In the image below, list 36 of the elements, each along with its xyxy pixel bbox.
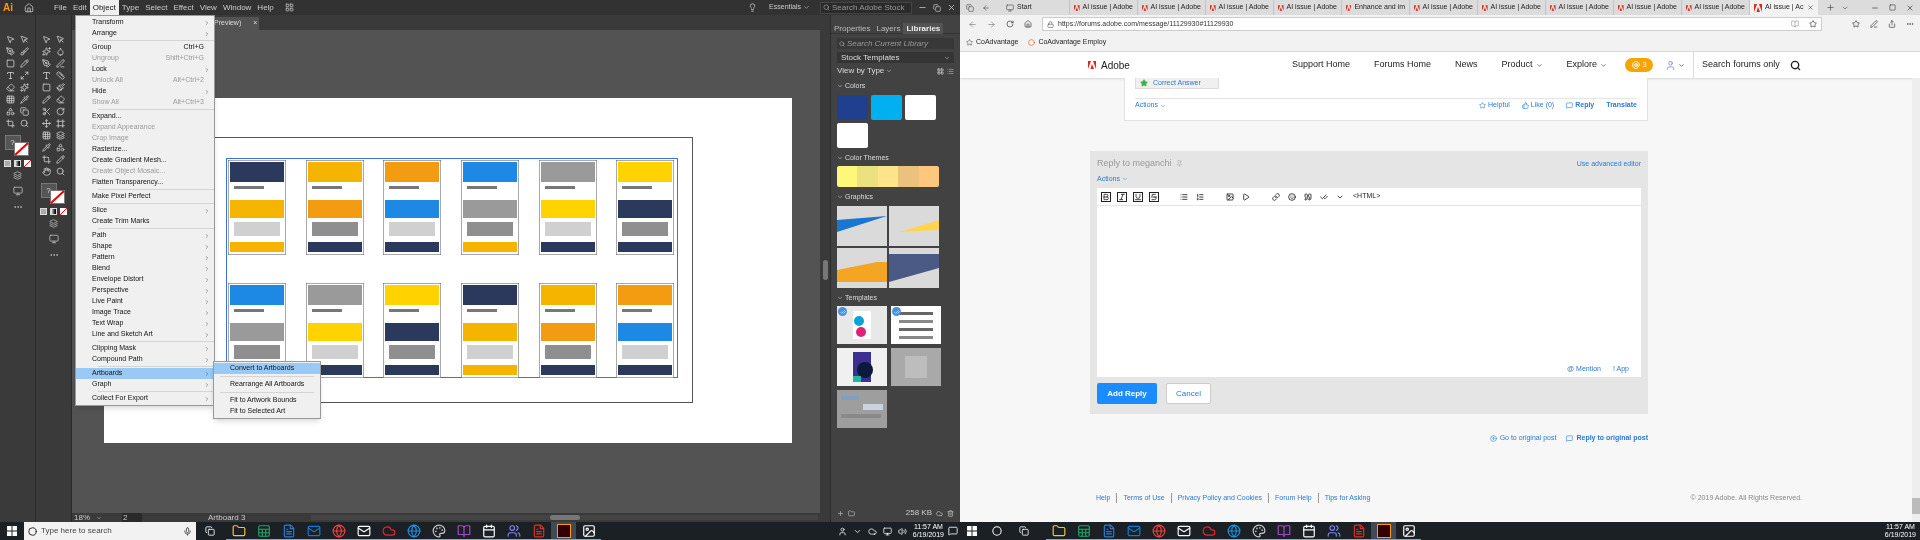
brand-name: Adobe bbox=[1101, 58, 1130, 73]
panel-tab[interactable]: Properties bbox=[831, 23, 874, 34]
fill-stroke-control[interactable]: ? bbox=[4, 135, 31, 157]
library-search-field[interactable]: Search Current Library bbox=[837, 38, 954, 49]
panel-tab[interactable]: Layers bbox=[873, 23, 904, 34]
search-field[interactable]: Type here to search bbox=[24, 522, 196, 540]
menu-item[interactable]: Window bbox=[219, 0, 255, 15]
artboard-number-field[interactable]: 2 bbox=[122, 513, 142, 522]
menu-item[interactable]: View bbox=[196, 0, 220, 15]
nav-link[interactable]: Explore bbox=[1566, 58, 1608, 72]
menu-item[interactable]: Type bbox=[118, 0, 143, 15]
stock-search-field[interactable]: Search Adobe Stock bbox=[820, 1, 912, 14]
search-link[interactable]: Search forums only bbox=[1702, 58, 1780, 72]
nav-link[interactable]: Forums Home bbox=[1374, 58, 1432, 72]
fill-stroke-control[interactable]: ? bbox=[40, 183, 67, 205]
app-logo: Ai bbox=[3, 1, 14, 14]
menu-item[interactable]: Select bbox=[142, 0, 171, 15]
nav-link[interactable]: News bbox=[1455, 58, 1478, 72]
view-dropdown[interactable]: View by Type bbox=[837, 65, 893, 77]
library-dropdown[interactable]: Stock Templates bbox=[837, 52, 954, 63]
stock-search-input[interactable]: Search Adobe Stock bbox=[832, 1, 909, 14]
menu-item[interactable]: Edit bbox=[69, 0, 90, 15]
menu-item[interactable]: Object bbox=[89, 0, 119, 15]
cancel-button[interactable]: Cancel bbox=[1166, 383, 1211, 404]
menu-item[interactable]: Help bbox=[254, 0, 277, 15]
library-size: 258 KB bbox=[905, 507, 932, 519]
nav-link[interactable]: Support Home bbox=[1292, 58, 1351, 72]
library-search-input[interactable]: Search Current Library bbox=[847, 37, 952, 50]
artboard-name: Artboard 3 bbox=[208, 513, 246, 522]
search-input[interactable]: Type here to search bbox=[41, 525, 179, 537]
menu-item[interactable]: File bbox=[51, 0, 70, 15]
zoom-level[interactable]: 18% bbox=[74, 513, 90, 522]
menu-item[interactable]: Effect bbox=[170, 0, 197, 15]
nav-link[interactable]: Product bbox=[1501, 58, 1543, 72]
panel-tab[interactable]: Libraries bbox=[903, 23, 944, 34]
reply-title: Reply to meganchi bbox=[1097, 157, 1172, 170]
